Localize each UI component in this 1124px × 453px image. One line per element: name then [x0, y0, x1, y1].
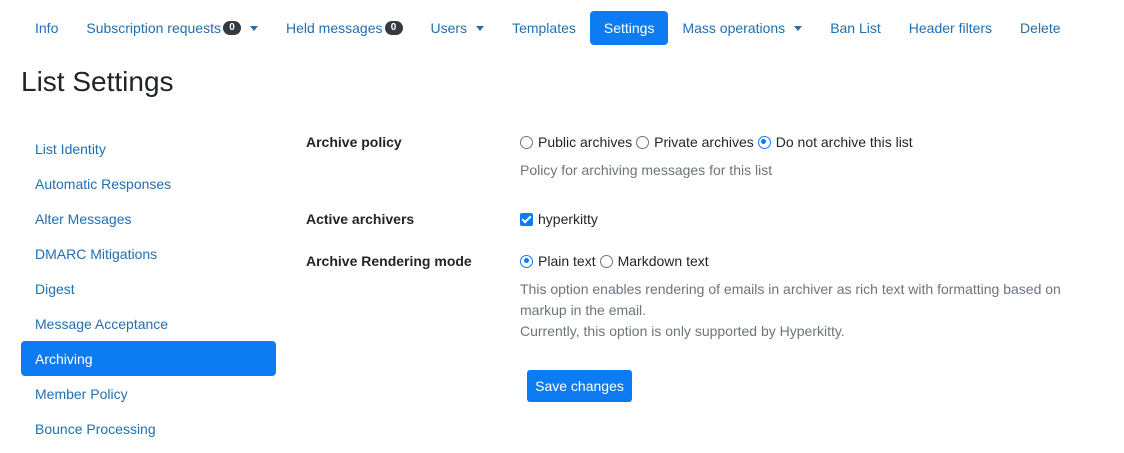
sidebar-item-list-identity[interactable]: List Identity — [21, 131, 276, 166]
sidebar-item-label: Bounce Processing — [35, 420, 156, 437]
archive-policy-help: Policy for archiving messages for this l… — [520, 162, 773, 178]
radio-plain-text[interactable]: Plain text — [520, 253, 596, 269]
radio-checked-icon[interactable] — [757, 135, 771, 149]
radio-unchecked-icon[interactable] — [599, 254, 613, 268]
checkbox-hyperkitty[interactable]: hyperkitty — [520, 211, 598, 227]
sidebar-item-label: Digest — [35, 280, 75, 297]
radio-public-archives-label: Public archives — [538, 134, 633, 150]
rendering-mode-help-line: markup in the email. — [520, 302, 647, 318]
sidebar-item-automatic-responses[interactable]: Automatic Responses — [21, 166, 276, 201]
sidebar-item-alter-messages[interactable]: Alter Messages — [21, 201, 276, 236]
nav-info-label: Info — [35, 20, 59, 36]
sidebar-item-dmarc-mitigations[interactable]: DMARC Mitigations — [21, 236, 276, 271]
nav-ban-list[interactable]: Ban List — [816, 11, 895, 45]
nav-subscription-requests-label: Subscription requests — [86, 20, 221, 36]
subscription-requests-count-badge: 0 — [223, 21, 241, 35]
rendering-mode-radio-group: Plain text Markdown text — [520, 253, 713, 269]
nav-templates[interactable]: Templates — [498, 11, 590, 45]
rendering-mode-help: This option enables rendering of emails … — [520, 279, 1061, 342]
sidebar-item-label: DMARC Mitigations — [35, 245, 158, 262]
nav-info[interactable]: Info — [21, 11, 72, 45]
nav-settings[interactable]: Settings — [589, 11, 669, 45]
checkbox-checked-icon[interactable] — [520, 212, 533, 226]
nav-users[interactable]: Users — [417, 11, 499, 45]
sidebar-item-bounce-processing[interactable]: Bounce Processing — [21, 411, 276, 446]
radio-unchecked-icon[interactable] — [636, 135, 650, 149]
checkbox-hyperkitty-label: hyperkitty — [538, 211, 598, 227]
sidebar-item-message-acceptance[interactable]: Message Acceptance — [21, 306, 276, 341]
sidebar-item-label: List Identity — [35, 140, 106, 157]
nav-settings-label: Settings — [603, 20, 655, 36]
radio-do-not-archive[interactable]: Do not archive this list — [757, 134, 913, 150]
radio-plain-text-label: Plain text — [538, 253, 596, 269]
settings-sidebar: List Identity Automatic Responses Alter … — [21, 131, 276, 446]
sidebar-item-label: Member Policy — [35, 385, 128, 402]
nav-mass-operations[interactable]: Mass operations — [668, 11, 816, 45]
active-archivers-field: hyperkitty — [520, 211, 602, 227]
sidebar-item-archiving[interactable]: Archiving — [21, 341, 276, 376]
nav-subscription-requests[interactable]: Subscription requests 0 — [72, 11, 272, 45]
rendering-mode-help-line: Currently, this option is only supported… — [520, 323, 845, 339]
sidebar-item-label: Archiving — [35, 350, 93, 367]
radio-do-not-archive-label: Do not archive this list — [775, 134, 913, 150]
nav-header-filters[interactable]: Header filters — [895, 11, 1006, 45]
nav-templates-label: Templates — [512, 20, 576, 36]
chevron-down-icon — [250, 25, 258, 31]
radio-checked-icon[interactable] — [520, 254, 533, 268]
nav-delete[interactable]: Delete — [1006, 11, 1074, 45]
save-changes-button[interactable]: Save changes — [527, 370, 632, 402]
sidebar-item-label: Message Acceptance — [35, 315, 169, 332]
nav-ban-list-label: Ban List — [830, 20, 881, 36]
sidebar-item-digest[interactable]: Digest — [21, 271, 276, 306]
sidebar-item-member-policy[interactable]: Member Policy — [21, 376, 276, 411]
radio-private-archives[interactable]: Private archives — [636, 134, 754, 150]
archive-policy-label: Archive policy — [306, 134, 402, 150]
chevron-down-icon — [794, 25, 803, 31]
nav-delete-label: Delete — [1020, 20, 1061, 36]
sidebar-item-label: Alter Messages — [35, 210, 132, 227]
radio-markdown-text[interactable]: Markdown text — [599, 253, 709, 269]
top-nav: Info Subscription requests 0 Held messag… — [21, 11, 1075, 45]
radio-private-archives-label: Private archives — [654, 134, 754, 150]
sidebar-item-label: Automatic Responses — [35, 175, 172, 192]
nav-header-filters-label: Header filters — [908, 20, 993, 36]
nav-mass-operations-label: Mass operations — [682, 20, 786, 36]
nav-users-label: Users — [430, 20, 468, 36]
held-messages-count-badge: 0 — [384, 21, 403, 35]
nav-held-messages-label: Held messages — [286, 20, 383, 36]
radio-markdown-text-label: Markdown text — [617, 253, 709, 269]
nav-held-messages[interactable]: Held messages 0 — [272, 11, 417, 45]
page-title: List Settings — [21, 66, 174, 97]
active-archivers-label: Active archivers — [306, 211, 415, 227]
rendering-mode-help-line: This option enables rendering of emails … — [520, 281, 1061, 297]
archive-policy-radio-group: Public archives Private archives Do not … — [520, 134, 917, 150]
radio-public-archives[interactable]: Public archives — [520, 134, 632, 150]
radio-unchecked-icon[interactable] — [520, 135, 533, 149]
chevron-down-icon — [476, 25, 485, 31]
rendering-mode-label: Archive Rendering mode — [306, 253, 472, 269]
